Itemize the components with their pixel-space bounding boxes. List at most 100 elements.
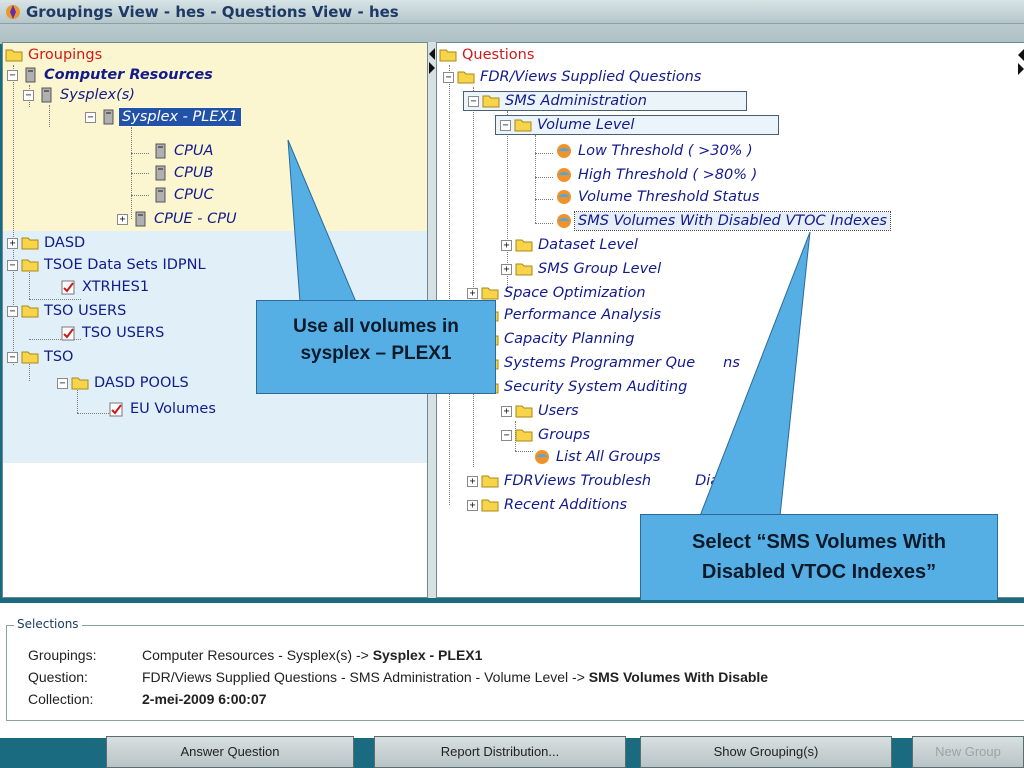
expand-toggle-icon[interactable]: + — [501, 263, 512, 275]
tree-node-users[interactable]: + Users — [501, 401, 582, 421]
tree-node-dasd[interactable]: + DASD — [7, 233, 88, 253]
collapse-toggle-icon[interactable]: − — [7, 259, 18, 271]
tree-label: Low Threshold ( >30% ) — [578, 143, 753, 159]
tree-label: DASD — [44, 235, 86, 251]
tree-node-sms-group-level[interactable]: + SMS Group Level — [501, 259, 664, 279]
report-distribution-button[interactable]: Report Distribution... — [374, 736, 626, 768]
tree-node-tso-users-item[interactable]: TSO USERS — [59, 323, 167, 343]
callout-line: Use all volumes in — [293, 316, 459, 337]
folder-icon — [481, 499, 499, 512]
expand-toggle-icon[interactable]: + — [467, 287, 478, 299]
collapse-toggle-icon[interactable]: − — [501, 429, 512, 441]
tree-node-volume-threshold-status[interactable]: Volume Threshold Status — [555, 187, 762, 207]
collapse-toggle-icon[interactable]: − — [7, 69, 18, 81]
tree-node-eu-volumes[interactable]: EU Volumes — [107, 399, 219, 419]
tree-label: CPUB — [174, 165, 214, 181]
expand-toggle-icon[interactable]: + — [467, 475, 478, 487]
tree-node-fdrviews-supplied[interactable]: − FDR/Views Supplied Questions — [443, 67, 704, 87]
tree-label: SMS Group Level — [538, 261, 662, 277]
folder-icon — [21, 237, 39, 250]
tree-node-dasd-pools[interactable]: − DASD POOLS — [57, 373, 192, 393]
groupings-path: Computer Resources - Sysplex(s) -> — [142, 647, 373, 663]
folder-icon — [71, 377, 89, 390]
question-globe-icon — [557, 144, 571, 158]
report-icon — [61, 280, 75, 295]
callout-use-plex1: Use all volumes in sysplex – PLEX1 — [256, 300, 496, 394]
collapse-toggle-icon[interactable]: − — [443, 71, 454, 83]
collapse-toggle-icon[interactable]: − — [23, 89, 34, 101]
tree-node-groupings[interactable]: Groupings — [5, 45, 105, 65]
tree-label: TSO USERS — [82, 325, 165, 341]
tree-label: List All Groups — [556, 449, 661, 465]
tree-node-performance-analysis[interactable]: + Performance Analysis — [467, 305, 664, 325]
tree-node-computer-resources[interactable]: − Computer Resources — [7, 65, 216, 85]
tree-label-tail: ns — [723, 355, 740, 371]
app-icon — [6, 5, 20, 19]
tree-label: CPUA — [174, 143, 214, 159]
collapse-arrow-icon[interactable] — [428, 46, 436, 76]
tree-label: CPUE - CPU — [154, 211, 237, 227]
tree-node-cpuc[interactable]: CPUC — [151, 185, 217, 205]
folder-icon — [515, 239, 533, 252]
tree-node-volume-level[interactable]: − Volume Level — [495, 115, 779, 135]
folder-icon — [515, 263, 533, 276]
tree-node-systems-programmer[interactable]: + Systems Programmer Que ns — [467, 353, 743, 373]
groupings-value: Sysplex - PLEX1 — [372, 647, 483, 663]
tree-node-security-auditing[interactable]: − Security System Auditing — [467, 377, 690, 397]
window-title-bar: Groupings View - hes - Questions View - … — [0, 0, 1024, 44]
tree-node-cpue[interactable]: + CPUE - CPU — [117, 209, 240, 229]
expand-toggle-icon[interactable]: + — [501, 239, 512, 251]
tree-node-fdrviews-troubleshoot[interactable]: + FDRViews Troublesh Diagnosis) — [467, 471, 774, 491]
collapse-toggle-icon[interactable]: − — [57, 377, 68, 389]
tree-node-tso[interactable]: − TSO — [7, 347, 76, 367]
tree-node-tsoe-datasets[interactable]: − TSOE Data Sets IDPNL — [7, 255, 209, 275]
collapse-arrow-icon[interactable] — [1017, 47, 1024, 77]
selection-groupings-row: Groupings: Computer Resources - Sysplex(s… — [28, 647, 482, 663]
tree-label: Computer Resources — [44, 67, 213, 83]
tree-label: Performance Analysis — [504, 307, 662, 323]
tree-node-questions[interactable]: Questions — [439, 45, 537, 65]
tree-node-cpub[interactable]: CPUB — [151, 163, 216, 183]
new-group-button[interactable]: New Group — [912, 736, 1024, 768]
answer-question-button[interactable]: Answer Question — [106, 736, 354, 768]
tree-label: Volume Level — [537, 117, 635, 133]
expand-toggle-icon[interactable]: + — [501, 405, 512, 417]
tree-node-groups[interactable]: − Groups — [501, 425, 593, 445]
collapse-toggle-icon[interactable]: − — [85, 111, 96, 123]
tree-node-sms-admin[interactable]: − SMS Administration — [463, 91, 747, 111]
tree-node-recent-additions[interactable]: + Recent Additions — [467, 495, 630, 515]
collapse-toggle-icon[interactable]: − — [468, 95, 479, 107]
collapse-toggle-icon[interactable]: − — [7, 351, 18, 363]
collapse-toggle-icon[interactable]: − — [7, 305, 18, 317]
server-icon — [135, 211, 146, 227]
tree-label: Volume Threshold Status — [578, 189, 760, 205]
tree-node-xtrhes1[interactable]: XTRHES1 — [59, 277, 152, 297]
server-icon — [155, 143, 166, 159]
tree-node-high-threshold[interactable]: High Threshold ( >80% ) — [555, 165, 760, 185]
tree-node-low-threshold[interactable]: Low Threshold ( >30% ) — [555, 141, 756, 161]
tree-label: TSO USERS — [44, 303, 127, 319]
tree-node-dataset-level[interactable]: + Dataset Level — [501, 235, 641, 255]
callout-select-vtoc: Select “SMS Volumes With Disabled VTOC I… — [640, 514, 998, 604]
tree-label: Questions — [462, 47, 535, 63]
expand-toggle-icon[interactable]: + — [7, 237, 18, 249]
show-groupings-button[interactable]: Show Grouping(s) — [640, 736, 892, 768]
tree-node-sms-volumes-disabled-vtoc[interactable]: SMS Volumes With Disabled VTOC Indexes — [555, 211, 891, 231]
tree-node-tso-users-folder[interactable]: − TSO USERS — [7, 301, 129, 321]
expand-toggle-icon[interactable]: + — [117, 213, 128, 225]
tree-label: TSOE Data Sets IDPNL — [44, 257, 206, 273]
tree-node-cpua[interactable]: CPUA — [151, 141, 216, 161]
collapse-toggle-icon[interactable]: − — [500, 119, 511, 131]
question-globe-icon — [535, 450, 549, 464]
expand-toggle-icon[interactable]: + — [467, 499, 478, 511]
server-icon — [155, 187, 166, 203]
tree-node-sysplexes[interactable]: − Sysplex(s) — [23, 85, 138, 105]
question-globe-icon — [557, 168, 571, 182]
callout-line: sysplex – PLEX1 — [300, 343, 452, 364]
tree-node-list-all-groups[interactable]: List All Groups — [533, 447, 664, 467]
tree-label: DASD POOLS — [94, 375, 189, 391]
tree-node-sysplex-plex1[interactable]: − Sysplex - PLEX1 — [85, 107, 242, 127]
tree-label-selected: Sysplex - PLEX1 — [118, 107, 242, 127]
server-icon — [103, 109, 114, 125]
tree-label: Space Optimization — [504, 285, 646, 301]
